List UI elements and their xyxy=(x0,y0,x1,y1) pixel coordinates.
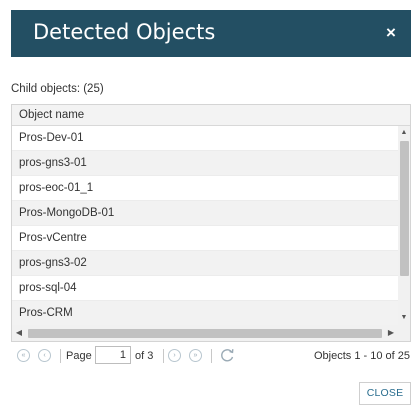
table-row[interactable]: pros-eoc-01_1 xyxy=(12,176,398,201)
page-number-input[interactable] xyxy=(95,346,131,364)
scroll-up-icon[interactable]: ▲ xyxy=(398,126,410,140)
pager-status: Objects 1 - 10 of 25 xyxy=(314,350,410,362)
horizontal-scroll-thumb[interactable] xyxy=(28,329,382,338)
horizontal-scrollbar[interactable]: ◀ ▶ xyxy=(12,325,398,341)
last-page-icon[interactable]: » xyxy=(189,349,202,362)
column-header-object-name[interactable]: Object name xyxy=(12,105,410,126)
pager-divider xyxy=(163,349,164,363)
table-row[interactable]: pros-gns3-02 xyxy=(12,251,398,276)
page-label: Page xyxy=(66,350,92,362)
refresh-icon[interactable] xyxy=(218,346,236,364)
close-icon[interactable]: × xyxy=(381,22,401,44)
dialog-header: Detected Objects × xyxy=(11,10,411,57)
pagination-bar: « ‹ Page of 3 › » Objects 1 - 10 of 25 xyxy=(11,343,411,369)
close-button[interactable]: CLOSE xyxy=(359,382,411,405)
column-header-label: Object name xyxy=(19,109,85,121)
dialog-title: Detected Objects xyxy=(33,20,216,44)
table-row[interactable]: pros-sql-04 xyxy=(12,276,398,301)
scroll-right-icon[interactable]: ▶ xyxy=(384,325,398,341)
table-row[interactable]: Pros-CRM xyxy=(12,301,398,325)
vertical-scrollbar[interactable]: ▲ ▼ xyxy=(398,126,410,325)
scroll-left-icon[interactable]: ◀ xyxy=(12,325,26,341)
next-page-icon[interactable]: › xyxy=(168,349,181,362)
table-row[interactable]: pros-gns3-01 xyxy=(12,151,398,176)
pager-divider xyxy=(60,349,61,363)
table-row[interactable]: Pros-Dev-01 xyxy=(12,126,398,151)
grid-rows: Pros-Dev-01 pros-gns3-01 pros-eoc-01_1 P… xyxy=(12,126,398,325)
scroll-down-icon[interactable]: ▼ xyxy=(398,311,410,325)
first-page-icon[interactable]: « xyxy=(17,349,30,362)
scrollbar-corner xyxy=(398,325,410,341)
table-row[interactable]: Pros-MongoDB-01 xyxy=(12,201,398,226)
child-objects-count: Child objects: (25) xyxy=(11,83,104,95)
objects-grid: Object name Pros-Dev-01 pros-gns3-01 pro… xyxy=(11,104,411,342)
table-row[interactable]: Pros-vCentre xyxy=(12,226,398,251)
pager-divider xyxy=(211,349,212,363)
page-count-label: of 3 xyxy=(135,350,154,362)
vertical-scroll-thumb[interactable] xyxy=(400,141,409,276)
previous-page-icon[interactable]: ‹ xyxy=(38,349,51,362)
